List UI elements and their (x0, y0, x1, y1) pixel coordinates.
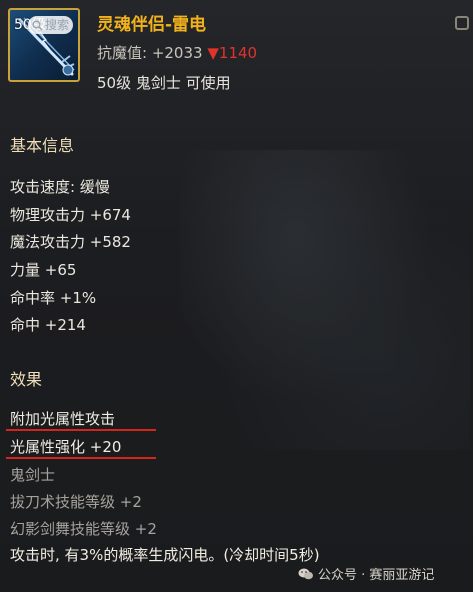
anti-magic-value: 抗魔值: +2033 (97, 44, 203, 62)
search-chip[interactable]: 搜索 (28, 16, 74, 34)
effects-header: 效果 (10, 370, 43, 389)
stat-strength: 力量 +65 (10, 261, 77, 279)
basic-info-header: 基本信息 (10, 136, 75, 155)
effect-light-attack: 附加光属性攻击 (10, 410, 116, 428)
background-artwork (180, 150, 470, 450)
highlight-underline (6, 429, 156, 431)
anti-magic-stat: 抗魔值: +2033 ▼1140 (97, 42, 257, 63)
anti-magic-delta: ▼1140 (207, 44, 258, 62)
highlight-underline (6, 457, 156, 459)
watermark-text: 公众号 · 赛丽亚游记 (318, 568, 435, 583)
effect-lightning-proc: 攻击时, 有3%的概率生成闪电。(冷却时间5秒) (10, 546, 320, 564)
effect-light-enhance: 光属性强化 +20 (10, 438, 122, 456)
stat-attack-speed: 攻击速度: 缓慢 (10, 178, 110, 196)
expand-icon[interactable] (455, 16, 469, 30)
stat-hit: 命中 +214 (10, 316, 86, 334)
item-name: 灵魂伴侣-雷电 (97, 15, 207, 35)
stat-physical-attack: 物理攻击力 +674 (10, 206, 131, 224)
effect-skill-draw-sword: 拔刀术技能等级 +2 (10, 493, 142, 511)
wechat-icon (298, 568, 313, 579)
effect-class-name: 鬼剑士 (10, 466, 56, 484)
watermark: 公众号 · 赛丽亚游记 (298, 564, 434, 583)
effect-skill-phantom-sword-dance: 幻影剑舞技能等级 +2 (10, 520, 157, 538)
search-label: 搜索 (45, 18, 70, 32)
item-tooltip-panel: 50级 搜索 灵魂伴侣-雷电 抗魔值: +2033 ▼1140 50级 鬼剑士 … (0, 0, 473, 592)
requirement-text: 50级 鬼剑士 可使用 (97, 74, 231, 92)
stat-magic-attack: 魔法攻击力 +582 (10, 233, 131, 251)
search-icon (32, 20, 43, 30)
stat-hit-rate: 命中率 +1% (10, 289, 97, 307)
